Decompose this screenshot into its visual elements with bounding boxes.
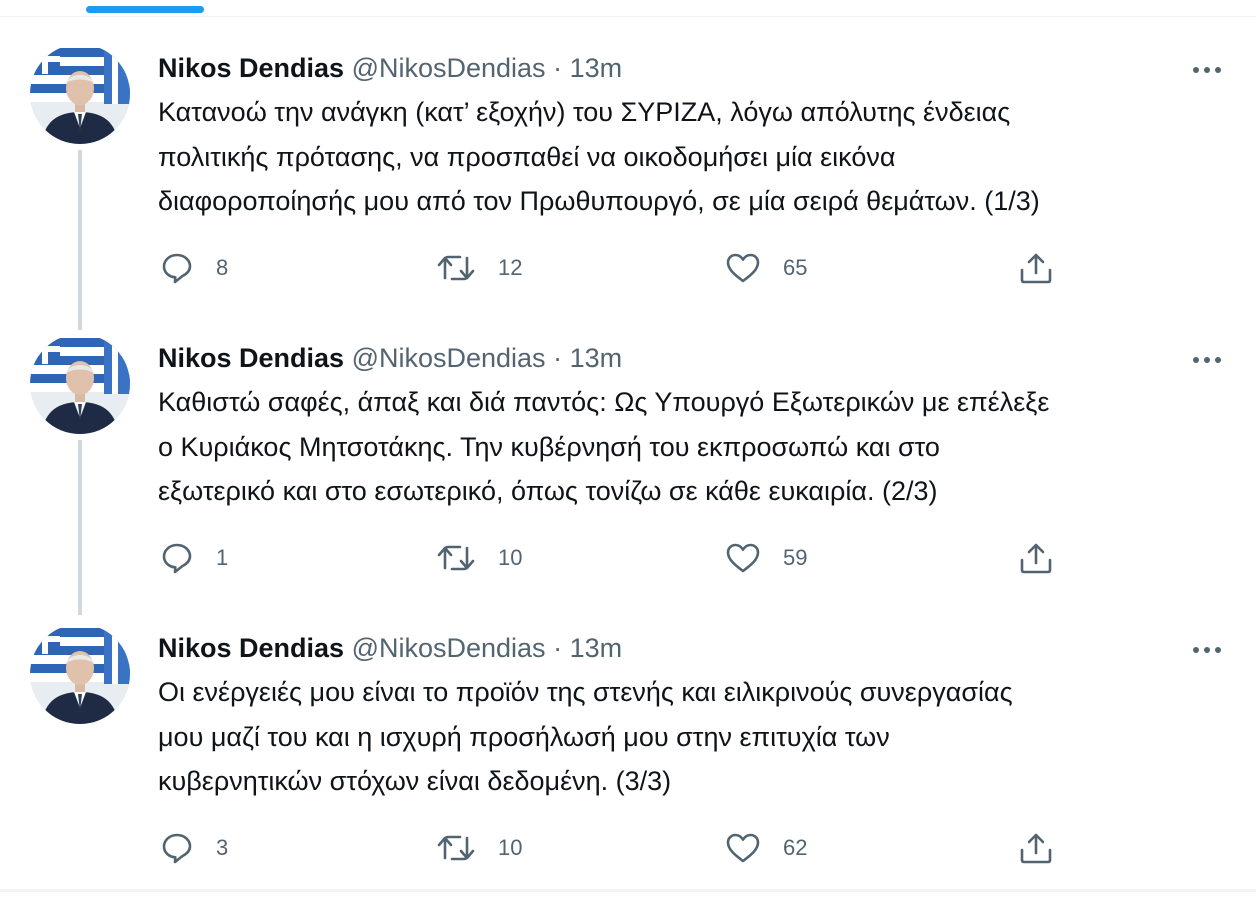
- like-icon: [726, 833, 760, 863]
- more-options-button[interactable]: [1190, 348, 1224, 372]
- share-button[interactable]: [1018, 536, 1054, 580]
- tweet-text: Καθιστώ σαφές, άπαξ και διά παντός: Ως Υ…: [158, 387, 1050, 506]
- retweet-icon: [437, 835, 475, 861]
- tweet-header: Nikos Dendias @NikosDendias · 13m: [158, 340, 622, 376]
- active-tab-indicator: [86, 6, 204, 13]
- tweet-timestamp[interactable]: 13m: [570, 343, 623, 373]
- reply-count: 1: [216, 545, 229, 570]
- author-handle[interactable]: @NikosDendias: [352, 343, 546, 373]
- tweet-actions: 1 10 59: [0, 536, 1256, 580]
- tweet-timestamp[interactable]: 13m: [570, 53, 623, 83]
- tweet-actions: 8 12 65: [0, 246, 1256, 290]
- share-button[interactable]: [1018, 826, 1054, 870]
- avatar[interactable]: [30, 624, 130, 724]
- avatar[interactable]: [30, 44, 130, 144]
- tweet[interactable]: Nikos Dendias @NikosDendias · 13m Καθιστ…: [0, 334, 1256, 624]
- tweet[interactable]: Nikos Dendias @NikosDendias · 13m Οι ενέ…: [0, 624, 1256, 914]
- share-icon: [1020, 543, 1052, 574]
- tweet-text: Κατανοώ την ανάγκη (κατ’ εξοχήν) του ΣΥΡ…: [158, 97, 1040, 216]
- tweet[interactable]: Nikos Dendias @NikosDendias · 13m Κατανο…: [0, 44, 1256, 334]
- like-count: 62: [783, 835, 808, 860]
- more-icon: [1193, 67, 1221, 73]
- author-handle[interactable]: @NikosDendias: [352, 53, 546, 83]
- like-icon: [726, 543, 760, 573]
- profile-photo: [30, 44, 130, 144]
- bottom-divider: [0, 889, 1256, 892]
- more-icon: [1193, 647, 1221, 653]
- retweet-icon: [437, 255, 475, 281]
- tweet-header: Nikos Dendias @NikosDendias · 13m: [158, 630, 622, 666]
- like-count: 65: [783, 255, 808, 280]
- top-divider: [0, 16, 1256, 17]
- profile-photo: [30, 334, 130, 434]
- header-separator: ·: [553, 53, 563, 83]
- retweet-button[interactable]: 10: [436, 826, 522, 870]
- author-name[interactable]: Nikos Dendias: [158, 53, 344, 83]
- share-icon: [1020, 833, 1052, 864]
- retweet-count: 12: [498, 255, 523, 280]
- author-handle[interactable]: @NikosDendias: [352, 633, 546, 663]
- tweet-text: Οι ενέργειές μου είναι το προϊόν της στε…: [158, 677, 1013, 796]
- share-icon: [1020, 253, 1052, 284]
- reply-button[interactable]: 8: [160, 246, 228, 290]
- tweet-actions: 3 10 62: [0, 826, 1256, 870]
- avatar[interactable]: [30, 334, 130, 434]
- profile-photo: [30, 624, 130, 724]
- like-count: 59: [783, 545, 808, 570]
- more-icon: [1193, 357, 1221, 363]
- tweet-timestamp[interactable]: 13m: [570, 633, 623, 663]
- author-name[interactable]: Nikos Dendias: [158, 343, 344, 373]
- header-separator: ·: [553, 343, 563, 373]
- retweet-button[interactable]: 10: [436, 536, 522, 580]
- like-icon: [726, 253, 760, 283]
- tweet-header: Nikos Dendias @NikosDendias · 13m: [158, 50, 622, 86]
- reply-icon: [162, 253, 192, 284]
- reply-button[interactable]: 3: [160, 826, 228, 870]
- reply-button[interactable]: 1: [160, 536, 228, 580]
- more-options-button[interactable]: [1190, 638, 1224, 662]
- reply-count: 3: [216, 835, 229, 860]
- share-button[interactable]: [1018, 246, 1054, 290]
- retweet-count: 10: [498, 835, 523, 860]
- like-button[interactable]: 59: [725, 536, 807, 580]
- retweet-icon: [437, 545, 475, 571]
- header-separator: ·: [553, 633, 563, 663]
- like-button[interactable]: 62: [725, 826, 807, 870]
- retweet-button[interactable]: 12: [436, 246, 522, 290]
- like-button[interactable]: 65: [725, 246, 807, 290]
- author-name[interactable]: Nikos Dendias: [158, 633, 344, 663]
- reply-icon: [162, 543, 192, 574]
- more-options-button[interactable]: [1190, 58, 1224, 82]
- reply-count: 8: [216, 255, 229, 280]
- retweet-count: 10: [498, 545, 523, 570]
- reply-icon: [162, 833, 192, 864]
